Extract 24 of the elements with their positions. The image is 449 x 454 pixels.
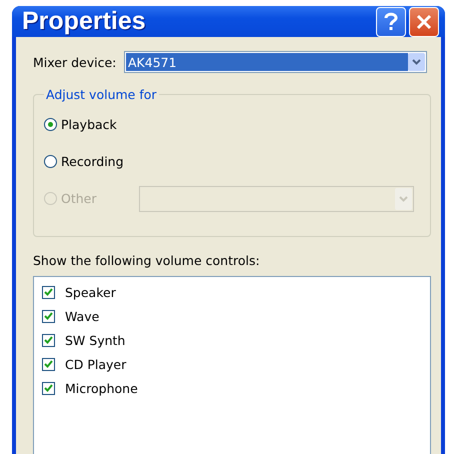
close-icon (416, 14, 432, 30)
checkbox[interactable] (42, 334, 55, 346)
help-button[interactable] (376, 6, 406, 36)
radio-label: Playback (61, 117, 118, 132)
radio-label: Recording (61, 154, 125, 169)
list-label: Show the following volume controls: (33, 253, 261, 268)
field-label: Mixer device: (33, 54, 118, 70)
radio-label: Other (61, 191, 98, 206)
checkbox[interactable] (42, 286, 55, 298)
radio-button[interactable] (44, 155, 57, 168)
list-item-label: Speaker (65, 284, 116, 300)
list-item-label: CD Player (65, 356, 126, 372)
close-button[interactable] (409, 6, 439, 36)
radio-button[interactable] (44, 118, 57, 131)
checkbox[interactable] (42, 310, 55, 322)
checkbox[interactable] (42, 382, 55, 394)
checkbox[interactable] (42, 358, 55, 370)
list-item-label: Microphone (65, 380, 138, 396)
list-item-label: SW Synth (65, 332, 126, 348)
question-mark-icon (384, 12, 398, 32)
window-title: Properties (22, 7, 147, 36)
mixer-device-dropdown[interactable]: AK4571 (124, 51, 427, 73)
group-title: Adjust volume for (45, 87, 158, 102)
list-item-label: Wave (65, 308, 100, 324)
